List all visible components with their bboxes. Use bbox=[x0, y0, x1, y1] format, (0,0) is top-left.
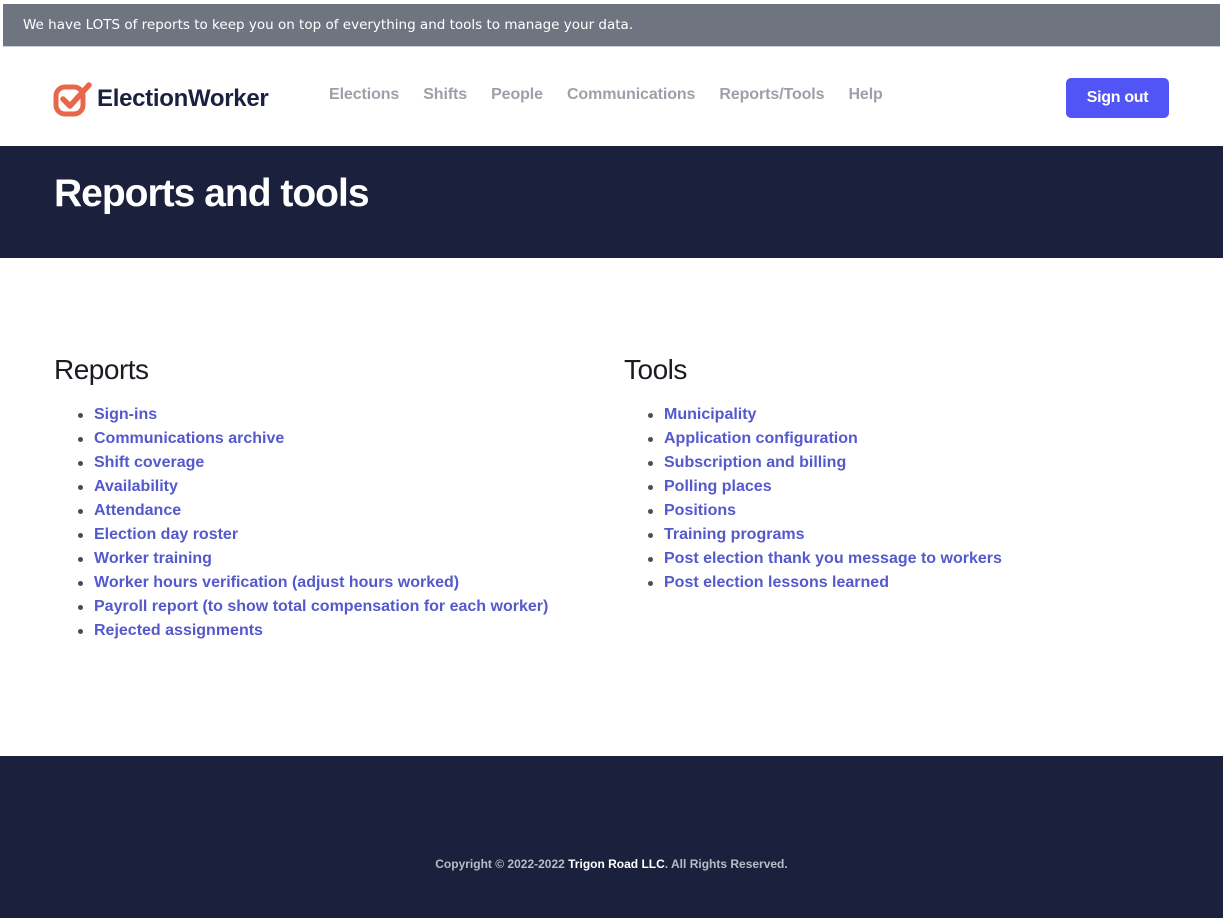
tool-link-subscription-billing[interactable]: Subscription and billing bbox=[664, 454, 846, 471]
list-item: Availability bbox=[78, 475, 548, 499]
checkbox-check-icon bbox=[53, 82, 92, 117]
report-link-election-day-roster[interactable]: Election day roster bbox=[94, 526, 238, 543]
navbar: ElectionWorker Elections Shifts People C… bbox=[0, 48, 1223, 146]
list-item: Post election lessons learned bbox=[648, 571, 1002, 595]
tool-link-municipality[interactable]: Municipality bbox=[664, 406, 756, 423]
report-link-worker-training[interactable]: Worker training bbox=[94, 550, 212, 567]
report-link-sign-ins[interactable]: Sign-ins bbox=[94, 406, 157, 423]
nav-elections[interactable]: Elections bbox=[329, 86, 399, 104]
list-item: Training programs bbox=[648, 523, 1002, 547]
page-header: Reports and tools bbox=[0, 146, 1223, 258]
report-link-worker-hours-verification[interactable]: Worker hours verification (adjust hours … bbox=[94, 574, 459, 591]
main-nav: Elections Shifts People Communications R… bbox=[329, 86, 883, 104]
logo-link[interactable]: ElectionWorker bbox=[53, 81, 269, 117]
list-item: Polling places bbox=[648, 475, 1002, 499]
company-name: Trigon Road LLC bbox=[568, 857, 665, 871]
tool-link-application-configuration[interactable]: Application configuration bbox=[664, 430, 858, 447]
tool-link-lessons-learned[interactable]: Post election lessons learned bbox=[664, 574, 889, 591]
tools-section: Tools Municipality Application configura… bbox=[624, 352, 1002, 595]
nav-help[interactable]: Help bbox=[848, 86, 882, 104]
reports-heading: Reports bbox=[54, 354, 149, 385]
list-item: Communications archive bbox=[78, 427, 548, 451]
list-item: Sign-ins bbox=[78, 403, 548, 427]
footer: Copyright © 2022-2022 Trigon Road LLC. A… bbox=[0, 756, 1223, 918]
list-item: Rejected assignments bbox=[78, 619, 548, 643]
list-item: Election day roster bbox=[78, 523, 548, 547]
tools-list: Municipality Application configuration S… bbox=[624, 403, 1002, 595]
list-item: Post election thank you message to worke… bbox=[648, 547, 1002, 571]
copyright-prefix: Copyright © 2022-2022 bbox=[435, 857, 569, 871]
reports-list: Sign-ins Communications archive Shift co… bbox=[54, 403, 548, 643]
report-link-rejected-assignments[interactable]: Rejected assignments bbox=[94, 622, 263, 639]
info-banner: We have LOTS of reports to keep you on t… bbox=[3, 4, 1220, 47]
report-link-payroll-report[interactable]: Payroll report (to show total compensati… bbox=[94, 598, 548, 615]
copyright-text: Copyright © 2022-2022 Trigon Road LLC. A… bbox=[0, 857, 1223, 871]
copyright-suffix: . All Rights Reserved. bbox=[664, 857, 788, 871]
list-item: Application configuration bbox=[648, 427, 1002, 451]
report-link-availability[interactable]: Availability bbox=[94, 478, 178, 495]
nav-shifts[interactable]: Shifts bbox=[423, 86, 467, 104]
nav-communications[interactable]: Communications bbox=[567, 86, 695, 104]
list-item: Municipality bbox=[648, 403, 1002, 427]
banner-text: We have LOTS of reports to keep you on t… bbox=[23, 17, 634, 33]
tools-heading: Tools bbox=[624, 354, 687, 385]
report-link-shift-coverage[interactable]: Shift coverage bbox=[94, 454, 204, 471]
list-item: Payroll report (to show total compensati… bbox=[78, 595, 548, 619]
tool-link-training-programs[interactable]: Training programs bbox=[664, 526, 804, 543]
list-item: Positions bbox=[648, 499, 1002, 523]
tool-link-positions[interactable]: Positions bbox=[664, 502, 736, 519]
report-link-attendance[interactable]: Attendance bbox=[94, 502, 181, 519]
tool-link-polling-places[interactable]: Polling places bbox=[664, 478, 772, 495]
list-item: Shift coverage bbox=[78, 451, 548, 475]
list-item: Subscription and billing bbox=[648, 451, 1002, 475]
logo-text: ElectionWorker bbox=[97, 85, 269, 112]
sign-out-button[interactable]: Sign out bbox=[1066, 78, 1169, 118]
nav-reports-tools[interactable]: Reports/Tools bbox=[719, 86, 824, 104]
nav-people[interactable]: People bbox=[491, 86, 543, 104]
list-item: Worker training bbox=[78, 547, 548, 571]
reports-section: Reports Sign-ins Communications archive … bbox=[54, 352, 548, 643]
report-link-communications-archive[interactable]: Communications archive bbox=[94, 430, 284, 447]
list-item: Worker hours verification (adjust hours … bbox=[78, 571, 548, 595]
page-title: Reports and tools bbox=[54, 172, 370, 215]
tool-link-thank-you-message[interactable]: Post election thank you message to worke… bbox=[664, 550, 1002, 567]
list-item: Attendance bbox=[78, 499, 548, 523]
